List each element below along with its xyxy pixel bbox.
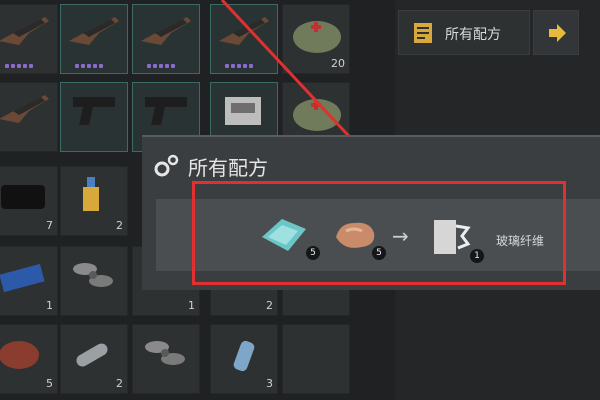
inventory-slot[interactable] xyxy=(0,82,58,152)
inventory-slot[interactable] xyxy=(132,4,200,74)
gears-icon xyxy=(154,154,179,177)
rarity-dots xyxy=(147,64,175,68)
all-recipes-label: 所有配方 xyxy=(445,27,501,43)
inventory-slot[interactable] xyxy=(60,246,128,316)
inventory-slot[interactable]: 5 xyxy=(0,324,58,394)
inventory-slot[interactable] xyxy=(0,4,58,74)
popup-title: 所有配方 xyxy=(188,156,268,180)
item-count: 5 xyxy=(46,377,53,390)
inventory-slot[interactable]: 3 xyxy=(210,324,278,394)
inventory-slot[interactable] xyxy=(132,324,200,394)
inventory-slot[interactable] xyxy=(60,4,128,74)
item-count: 1 xyxy=(188,299,195,312)
inventory-slot[interactable]: 2 xyxy=(60,166,128,236)
item-count: 20 xyxy=(331,57,345,70)
all-recipes-button[interactable]: 所有配方 xyxy=(398,10,530,55)
arrow-right-icon xyxy=(549,24,566,42)
rarity-dots xyxy=(5,64,33,68)
item-count: 2 xyxy=(116,219,123,232)
next-arrow-button[interactable] xyxy=(533,10,579,55)
inventory-slot[interactable] xyxy=(282,324,350,394)
item-count: 2 xyxy=(116,377,123,390)
inventory-slot[interactable]: 20 xyxy=(282,4,350,74)
recipe-book-icon xyxy=(414,23,432,43)
inventory-slot[interactable] xyxy=(210,4,278,74)
item-count: 1 xyxy=(46,299,53,312)
inventory-slot[interactable]: 2 xyxy=(60,324,128,394)
inventory-slot[interactable]: 7 xyxy=(0,166,58,236)
item-count: 7 xyxy=(46,219,53,232)
item-count: 2 xyxy=(266,299,273,312)
inventory-slot[interactable] xyxy=(60,82,128,152)
inventory-slot[interactable]: 1 xyxy=(0,246,58,316)
rarity-dots xyxy=(225,64,253,68)
recipe-highlight-box xyxy=(192,181,566,285)
rarity-dots xyxy=(75,64,103,68)
item-count: 3 xyxy=(266,377,273,390)
